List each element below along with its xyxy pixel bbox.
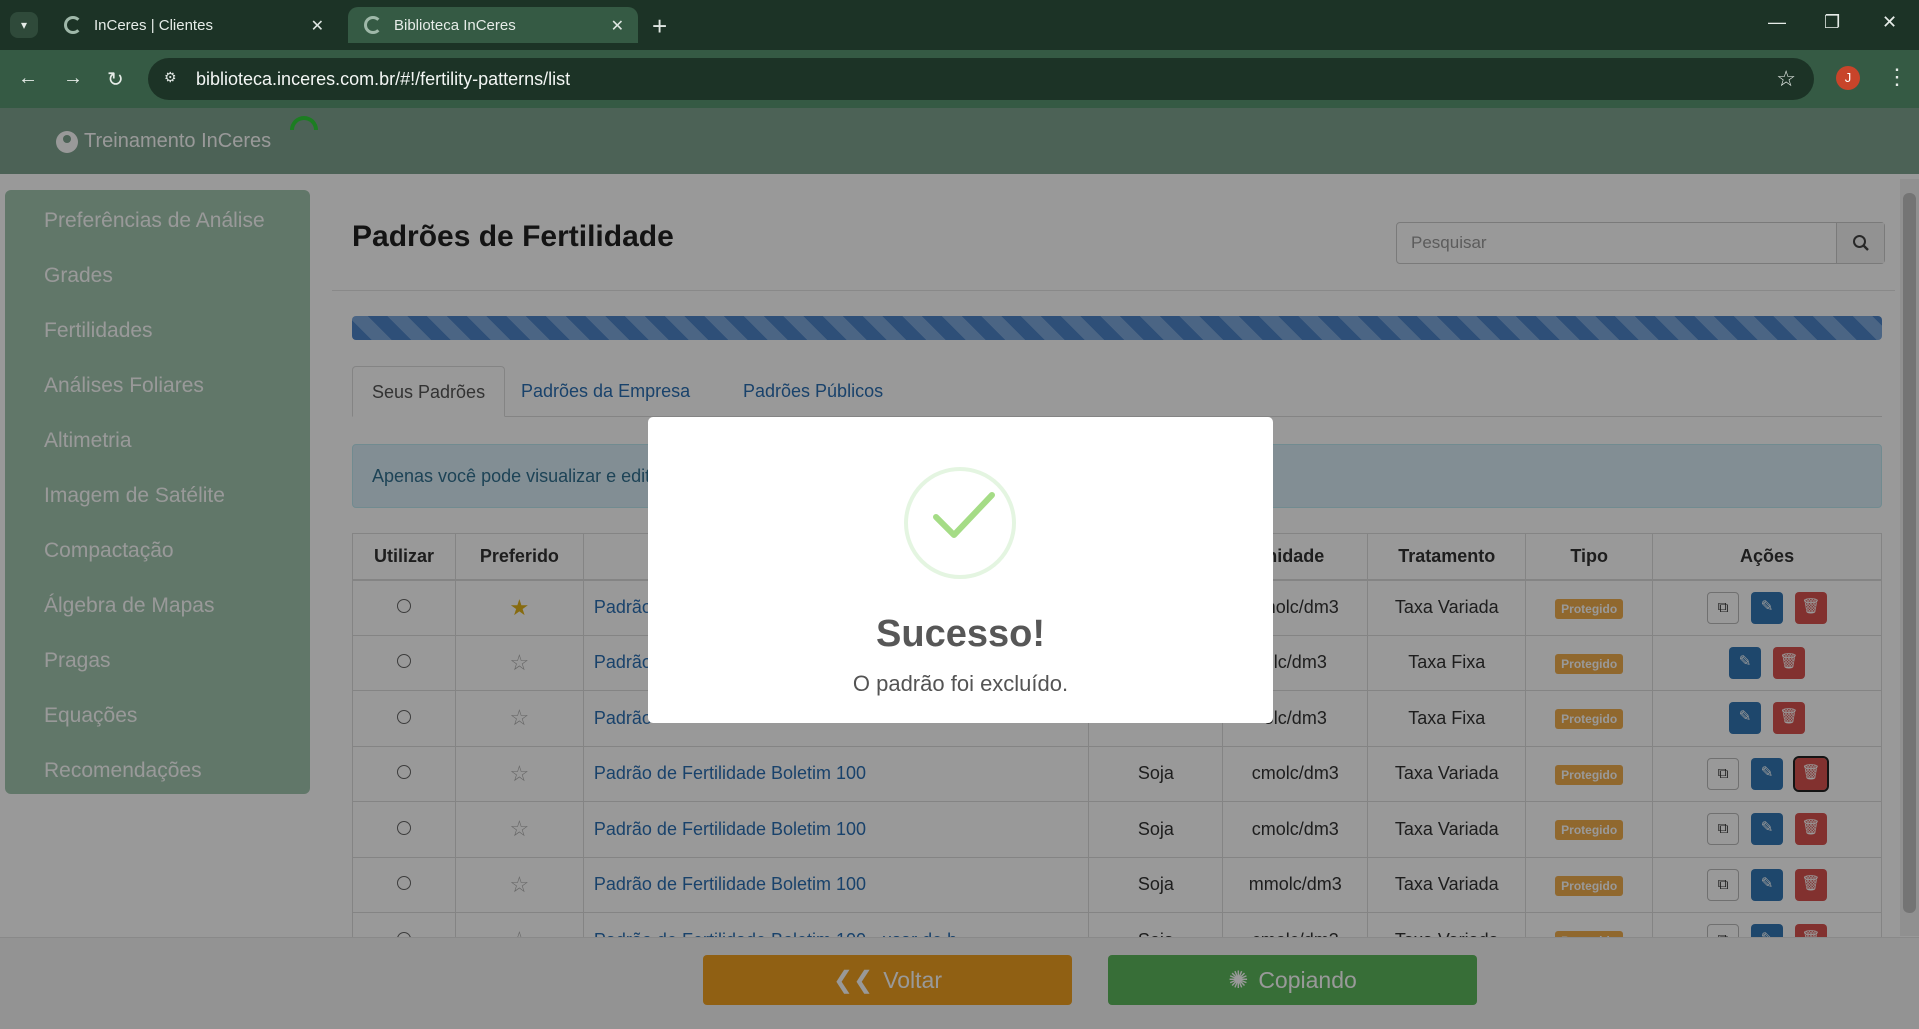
- new-tab-plus-icon[interactable]: +: [652, 11, 667, 42]
- forward-arrow-icon[interactable]: →: [63, 67, 83, 90]
- address-bar[interactable]: ⚙ biblioteca.inceres.com.br/#!/fertility…: [148, 58, 1814, 100]
- menu-kebab-icon[interactable]: ⋮: [1886, 64, 1908, 90]
- profile-avatar[interactable]: J: [1836, 66, 1860, 90]
- tab-search-button[interactable]: ▾: [10, 12, 38, 38]
- window-close-icon[interactable]: ✕: [1882, 12, 1897, 33]
- browser-toolbar: ← → ↻ ⚙ biblioteca.inceres.com.br/#!/fer…: [0, 50, 1919, 108]
- browser-tab-bar: ▾ InCeres | Clientes ✕ Biblioteca InCere…: [0, 0, 1919, 50]
- success-check-icon: [904, 467, 1016, 579]
- minimize-icon[interactable]: —: [1768, 12, 1786, 33]
- url-text[interactable]: biblioteca.inceres.com.br/#!/fertility-p…: [196, 69, 570, 90]
- success-modal: Sucesso! O padrão foi excluído.: [648, 417, 1273, 723]
- browser-tab-clientes[interactable]: InCeres | Clientes ✕: [48, 7, 338, 43]
- close-icon[interactable]: ✕: [611, 16, 624, 36]
- modal-title: Sucesso!: [876, 613, 1045, 655]
- back-arrow-icon[interactable]: ←: [18, 67, 38, 90]
- restore-icon[interactable]: ❐: [1824, 12, 1840, 33]
- tab-title: Biblioteca InCeres: [394, 16, 516, 34]
- tab-title: InCeres | Clientes: [94, 16, 213, 34]
- reload-icon[interactable]: ↻: [107, 67, 124, 92]
- close-icon[interactable]: ✕: [311, 16, 324, 36]
- browser-tab-biblioteca[interactable]: Biblioteca InCeres ✕: [348, 7, 638, 43]
- site-info-icon[interactable]: ⚙: [164, 69, 184, 89]
- modal-message: O padrão foi excluído.: [852, 671, 1069, 696]
- inceres-favicon-icon: [364, 16, 382, 34]
- inceres-favicon-icon: [64, 16, 82, 34]
- bookmark-star-icon[interactable]: ☆: [1776, 66, 1796, 92]
